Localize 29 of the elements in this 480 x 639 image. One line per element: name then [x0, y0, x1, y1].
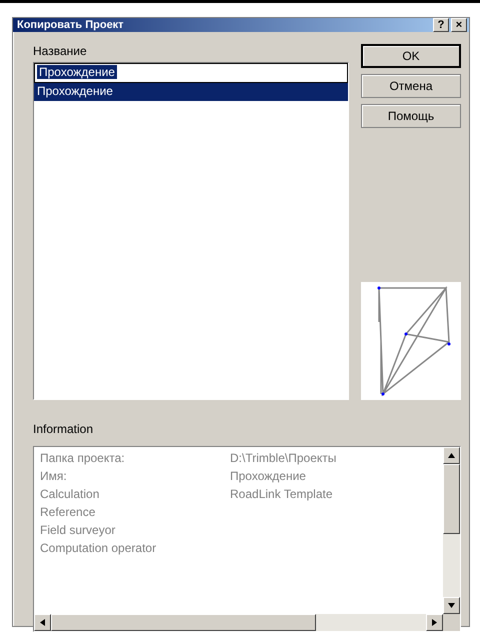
info-value: Прохождение [230, 469, 307, 483]
up-arrow-icon [448, 452, 455, 459]
left-arrow-icon [39, 619, 46, 626]
down-arrow-icon [448, 602, 455, 609]
scroll-up-button[interactable] [443, 447, 460, 464]
information-label: Information [33, 422, 94, 436]
right-arrow-icon [431, 619, 438, 626]
info-value: RoadLink Template [230, 487, 334, 501]
scroll-right-button[interactable] [426, 614, 443, 631]
horizontal-scrollbar[interactable] [34, 614, 443, 631]
vertical-scrollbar[interactable] [443, 447, 460, 614]
info-label: Папка проекта: [40, 451, 126, 465]
scroll-down-button[interactable] [443, 597, 460, 614]
info-value: D:\Trimble\Проекты [230, 451, 338, 465]
help-button[interactable]: ? [433, 18, 449, 32]
dialog-button[interactable]: Помощь [361, 104, 461, 128]
info-label: Reference [40, 505, 96, 519]
info-label: Имя: [40, 469, 68, 483]
project-item[interactable]: Прохождение [34, 83, 348, 101]
name-field[interactable]: Прохождение [34, 63, 348, 83]
name-label: Название [33, 44, 88, 58]
dialog-button[interactable]: OK [361, 44, 461, 68]
info-label: Calculation [40, 487, 100, 501]
window-title: Копировать Проект [17, 19, 125, 31]
dialog-button[interactable]: Отмена [361, 74, 461, 98]
info-label: Computation operator [40, 541, 158, 555]
scroll-left-button[interactable] [34, 614, 51, 631]
info-label: Field surveyor [40, 523, 116, 537]
close-button[interactable]: × [451, 18, 467, 32]
